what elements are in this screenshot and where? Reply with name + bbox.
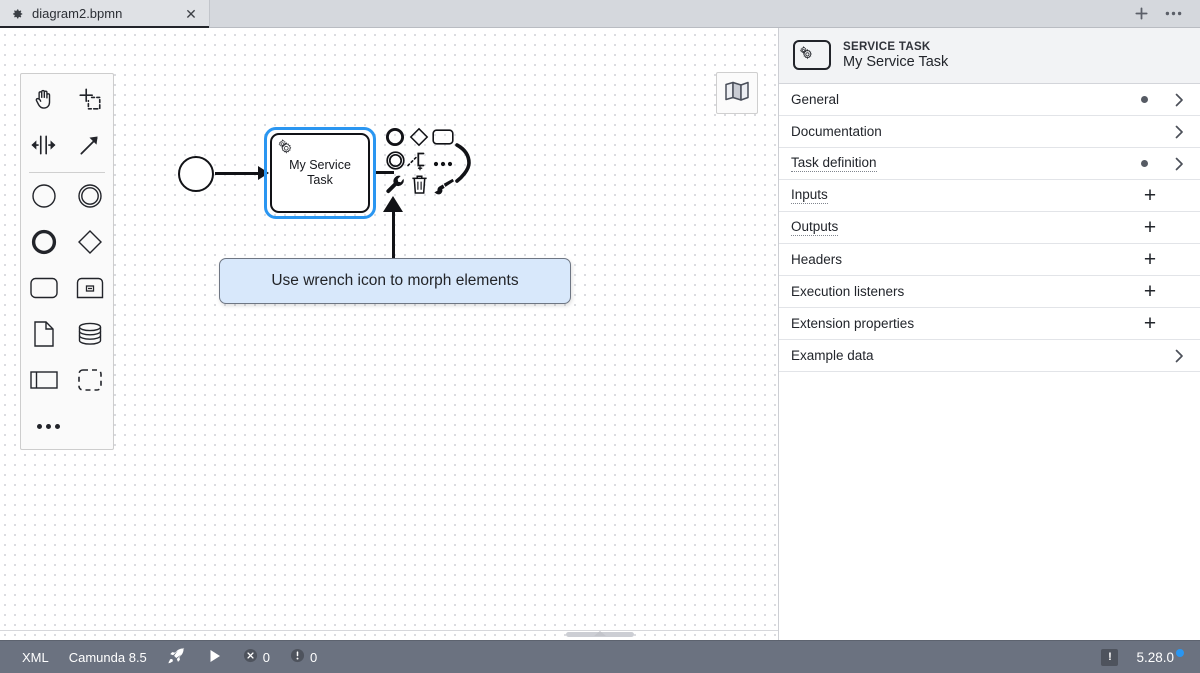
properties-group-example-data[interactable]: Example data [779, 340, 1200, 372]
service-task-gear-icon [793, 40, 831, 70]
start-event-shape[interactable] [178, 156, 214, 192]
tab-diagram2-bpmn[interactable]: diagram2.bpmn ✕ [0, 0, 210, 27]
ellipsis-icon [433, 154, 453, 172]
canvas-scrollbar-nub [594, 631, 606, 636]
properties-group-label: Example data [791, 348, 1141, 363]
status-version[interactable]: 5.28.0 [1136, 650, 1188, 665]
hint-tooltip-text: Use wrench icon to morph elements [271, 272, 518, 290]
service-task-shape[interactable]: My Service Task [264, 127, 376, 219]
properties-group-label: Execution listeners [791, 284, 1140, 299]
play-icon [207, 648, 223, 667]
dashed-bracket-icon [406, 150, 432, 177]
properties-group-label: General [791, 92, 1141, 107]
add-entry-button[interactable]: + [1140, 281, 1160, 302]
tab-title: diagram2.bpmn [32, 6, 175, 21]
annotation-arrow-head [383, 196, 403, 212]
properties-group-headers[interactable]: Headers+ [779, 244, 1200, 276]
status-warning-count[interactable]: 0 [280, 641, 327, 673]
context-pad-append-intermediate-event[interactable] [383, 151, 407, 175]
properties-group-task-definition[interactable]: Task definition [779, 148, 1200, 180]
double-circle-icon [385, 150, 406, 176]
properties-group-label: Extension properties [791, 316, 1140, 331]
app-window: diagram2.bpmn ✕ [0, 0, 1200, 673]
arc-icon [452, 141, 476, 190]
tab-overflow-menu-button[interactable] [1160, 3, 1186, 25]
properties-group-execution-listeners[interactable]: Execution listeners+ [779, 276, 1200, 308]
element-name-label: My Service Task [843, 54, 948, 70]
properties-panel-header-text: SERVICE TASK My Service Task [843, 41, 948, 70]
properties-group-label: Inputs [791, 187, 828, 204]
chevron-right-icon[interactable] [1172, 93, 1186, 107]
gear-icon [10, 7, 24, 21]
context-pad-set-color[interactable] [431, 175, 455, 199]
status-deploy-button[interactable] [157, 641, 197, 673]
status-engine-label: Camunda 8.5 [69, 650, 147, 665]
trash-icon [410, 174, 429, 200]
canvas-horizontal-scrollbar[interactable] [0, 630, 778, 640]
properties-group-label: Documentation [791, 124, 1141, 139]
properties-group-status-dot [1141, 96, 1148, 103]
add-entry-button[interactable]: + [1140, 249, 1160, 270]
notification-label: ! [1108, 651, 1112, 663]
status-engine-button[interactable]: Camunda 8.5 [59, 641, 157, 673]
properties-group-status-dot [1141, 160, 1148, 167]
hint-tooltip: Use wrench icon to morph elements [219, 258, 571, 304]
context-pad-delete-element[interactable] [407, 175, 431, 199]
main-area: My Service Task [0, 28, 1200, 640]
properties-group-label: Headers [791, 252, 1140, 267]
tab-bar-actions [1128, 0, 1200, 27]
add-tab-button[interactable] [1128, 3, 1154, 25]
status-bar: XML Camunda 8.5 0 [0, 640, 1200, 673]
version-label: 5.28.0 [1136, 650, 1174, 665]
properties-group-documentation[interactable]: Documentation [779, 116, 1200, 148]
status-run-button[interactable] [197, 641, 233, 673]
context-pad-append-gateway[interactable] [407, 127, 431, 151]
context-pad-append-end-event[interactable] [383, 127, 407, 151]
chevron-right-icon[interactable] [1172, 125, 1186, 139]
service-task-label: My Service Task [289, 158, 351, 188]
properties-panel-header: SERVICE TASK My Service Task [779, 28, 1200, 84]
add-entry-button[interactable]: + [1140, 313, 1160, 334]
error-count-label: 0 [263, 650, 270, 665]
properties-group-label: Outputs [791, 219, 838, 236]
chevron-right-icon[interactable] [1172, 349, 1186, 363]
properties-group-inputs[interactable]: Inputs + [779, 180, 1200, 212]
warning-circle-icon [290, 648, 305, 666]
properties-group-outputs[interactable]: Outputs + [779, 212, 1200, 244]
paintbrush-icon [432, 175, 454, 200]
add-entry-button[interactable]: + [1140, 185, 1160, 206]
service-task-gear-icon [277, 139, 297, 159]
chevron-right-icon[interactable] [1172, 157, 1186, 171]
properties-group-extension-properties[interactable]: Extension properties+ [779, 308, 1200, 340]
element-type-label: SERVICE TASK [843, 41, 948, 53]
context-pad-create-group[interactable] [405, 151, 433, 175]
bpmn-canvas[interactable]: My Service Task [0, 28, 779, 640]
service-task-body: My Service Task [270, 133, 370, 213]
bpmn-diagram-layer: My Service Task [0, 28, 778, 640]
rocket-icon [167, 646, 187, 669]
properties-group-general[interactable]: General [779, 84, 1200, 116]
add-entry-button[interactable]: + [1140, 217, 1160, 238]
annotation-arrow-stem [392, 204, 395, 262]
circle-thick-icon [385, 127, 405, 152]
status-xml-button[interactable]: XML [12, 641, 59, 673]
properties-panel: SERVICE TASK My Service Task General Docu… [779, 28, 1200, 640]
diamond-icon [409, 127, 429, 152]
notification-icon[interactable]: ! [1101, 649, 1118, 666]
close-icon[interactable]: ✕ [183, 6, 199, 22]
properties-group-label: Task definition [791, 155, 877, 172]
tab-bar-spacer [210, 0, 1128, 27]
version-update-dot [1176, 649, 1184, 657]
status-error-count[interactable]: 0 [233, 641, 280, 673]
warning-count-label: 0 [310, 650, 317, 665]
tab-bar: diagram2.bpmn ✕ [0, 0, 1200, 28]
error-circle-icon [243, 648, 258, 666]
properties-group-list: General Documentation Task definition Input… [779, 84, 1200, 372]
status-xml-label: XML [22, 650, 49, 665]
sequence-flow-connection[interactable] [215, 172, 263, 175]
